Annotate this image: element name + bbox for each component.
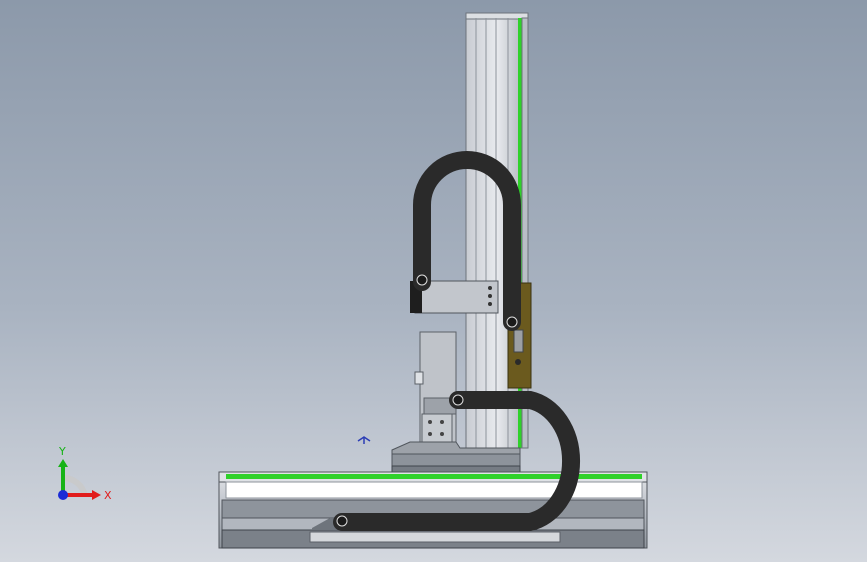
horizontal-beam [218, 471, 648, 549]
gantry-model[interactable]: Y X [0, 0, 867, 562]
beam-rail-green [226, 474, 642, 479]
triad-x-label: X [104, 489, 112, 502]
triad-z-axis [58, 490, 68, 500]
cad-viewport[interactable]: Y X [0, 0, 867, 562]
coordinate-triad [58, 459, 101, 500]
origin-marker-icon [357, 436, 371, 444]
triad-y-label: Y [58, 445, 66, 458]
